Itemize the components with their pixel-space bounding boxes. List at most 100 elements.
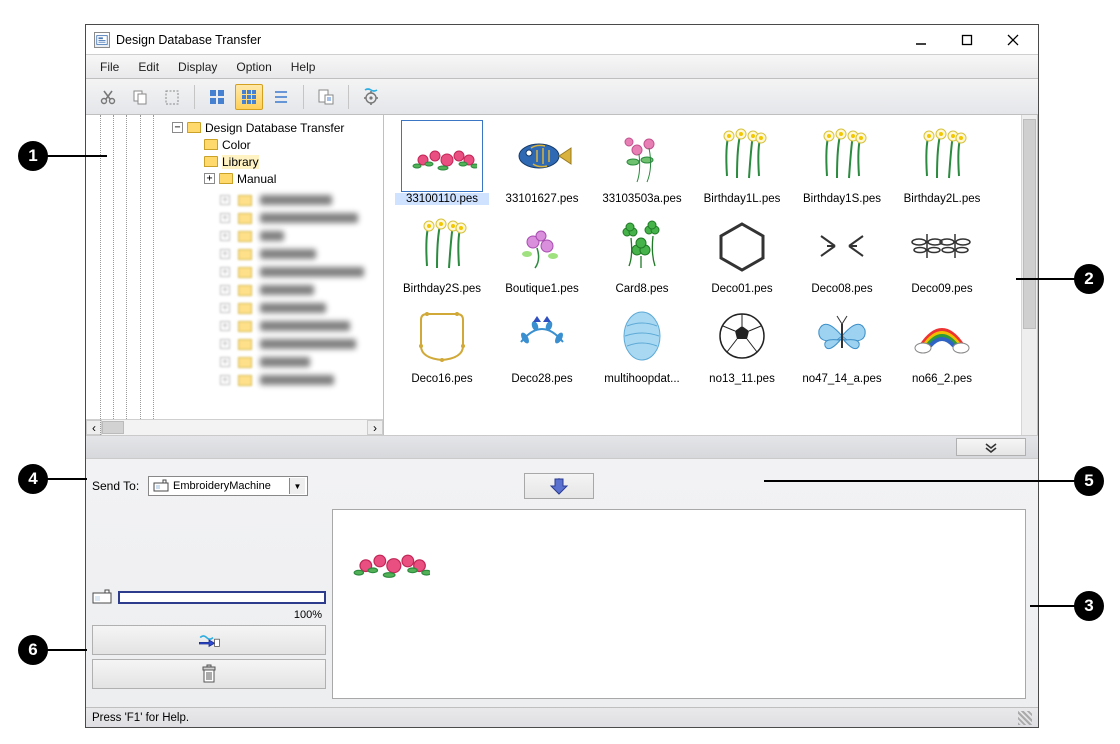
thumbnail-preview	[602, 121, 682, 191]
view-list-button[interactable]	[267, 84, 295, 110]
thumbnail-filename: Card8.pes	[595, 283, 689, 295]
thumbnail-item[interactable]: 33100110.pes	[394, 121, 490, 205]
print-button[interactable]	[312, 84, 340, 110]
callout-1: 1	[18, 141, 48, 171]
thumbnail-filename: Deco28.pes	[495, 373, 589, 385]
collapse-icon[interactable]: −	[172, 122, 183, 133]
scroll-thumb[interactable]	[102, 421, 124, 434]
status-bar: Press 'F1' for Help.	[86, 707, 1038, 727]
window-title: Design Database Transfer	[116, 33, 261, 47]
thumbnail-item[interactable]: no13_11.pes	[694, 301, 790, 385]
callout-lead	[47, 478, 87, 480]
capacity-row	[92, 589, 326, 605]
menu-display[interactable]: Display	[170, 58, 225, 76]
view-large-button[interactable]	[203, 84, 231, 110]
machine-icon	[92, 589, 112, 605]
thumbnail-filename: no66_2.pes	[895, 373, 989, 385]
thumbnail-filename: Boutique1.pes	[495, 283, 589, 295]
thumbnail-item[interactable]: no66_2.pes	[894, 301, 990, 385]
menu-edit[interactable]: Edit	[130, 58, 167, 76]
thumbnail-preview	[902, 121, 982, 191]
thumbnail-filename: multihoopdat...	[595, 373, 689, 385]
thumbnail-item[interactable]: Birthday2L.pes	[894, 121, 990, 205]
tree-node-manual[interactable]: + Manual	[204, 170, 383, 187]
thumbnail-preview	[902, 211, 982, 281]
thumbnail-preview	[802, 121, 882, 191]
menu-help[interactable]: Help	[283, 58, 324, 76]
thumbnail-item[interactable]: 33101627.pes	[494, 121, 590, 205]
collapse-panel-button[interactable]	[956, 438, 1026, 456]
thumbnail-vertical-scrollbar[interactable]	[1021, 115, 1037, 435]
folder-icon	[187, 122, 201, 133]
thumbnail-preview	[502, 301, 582, 371]
toolbar-separator	[303, 85, 304, 109]
paste-button[interactable]	[158, 84, 186, 110]
settings-button[interactable]	[357, 84, 385, 110]
menu-file[interactable]: File	[92, 58, 127, 76]
close-button[interactable]	[990, 26, 1036, 54]
scroll-track[interactable]	[102, 420, 367, 435]
writelist-item[interactable]	[343, 520, 433, 602]
thumbnail-item[interactable]: Deco01.pes	[694, 211, 790, 295]
thumbnail-preview	[702, 121, 782, 191]
scroll-left-button[interactable]: ‹	[86, 420, 102, 435]
thumbnail-panel[interactable]: 33100110.pes 33101627.pes 33103503a.pes Bir…	[384, 115, 1038, 435]
thumbnail-item[interactable]: Deco08.pes	[794, 211, 890, 295]
machine-icon	[153, 479, 169, 493]
thumbnail-item[interactable]: Birthday1S.pes	[794, 121, 890, 205]
thumbnail-preview	[402, 301, 482, 371]
thumbnail-item[interactable]: Birthday1L.pes	[694, 121, 790, 205]
callout-lead	[1016, 278, 1076, 280]
thumbnail-item[interactable]: 33103503a.pes	[594, 121, 690, 205]
send-to-select[interactable]: EmbroideryMachine ▼	[148, 476, 308, 496]
folder-tree-panel[interactable]: − Design Database Transfer Color Library…	[86, 115, 384, 435]
tree-node-library[interactable]: Library	[204, 153, 383, 170]
callout-lead	[1030, 605, 1076, 607]
delete-button[interactable]	[92, 659, 326, 689]
thumbnail-preview	[402, 211, 482, 281]
capacity-bar	[118, 591, 326, 604]
maximize-button[interactable]	[944, 26, 990, 54]
tree-label: Library	[222, 155, 259, 169]
menu-option[interactable]: Option	[228, 58, 279, 76]
scroll-thumb[interactable]	[1023, 119, 1036, 329]
thumbnail-filename: 33101627.pes	[495, 193, 589, 205]
copy-button[interactable]	[126, 84, 154, 110]
resize-grip[interactable]	[1018, 711, 1032, 725]
thumbnail-preview	[502, 121, 582, 191]
toolbar-separator	[348, 85, 349, 109]
tree-node-color[interactable]: Color	[204, 136, 383, 153]
write-list-area[interactable]	[332, 509, 1026, 699]
send-to-value: EmbroideryMachine	[173, 480, 271, 492]
cut-button[interactable]	[94, 84, 122, 110]
thumbnail-item[interactable]: Card8.pes	[594, 211, 690, 295]
thumbnail-preview	[702, 301, 782, 371]
thumbnail-filename: Birthday1S.pes	[795, 193, 889, 205]
thumbnail-item[interactable]: Deco09.pes	[894, 211, 990, 295]
thumbnail-item[interactable]: Deco28.pes	[494, 301, 590, 385]
thumbnail-item[interactable]: Birthday2S.pes	[394, 211, 490, 295]
tree-node-root[interactable]: − Design Database Transfer	[172, 119, 383, 136]
scroll-right-button[interactable]: ›	[367, 420, 383, 435]
thumbnail-filename: Birthday2S.pes	[395, 283, 489, 295]
folder-icon	[204, 156, 218, 167]
folder-icon	[219, 173, 233, 184]
thumbnail-preview	[602, 211, 682, 281]
thumbnail-filename: Birthday2L.pes	[895, 193, 989, 205]
thumbnail-item[interactable]: Deco16.pes	[394, 301, 490, 385]
dropdown-button[interactable]: ▼	[289, 478, 305, 494]
minimize-button[interactable]	[898, 26, 944, 54]
transfer-panel: Send To: EmbroideryMachine ▼	[86, 459, 1038, 707]
thumbnail-item[interactable]: Boutique1.pes	[494, 211, 590, 295]
expand-icon[interactable]: +	[204, 173, 215, 184]
thumbnail-item[interactable]: multihoopdat...	[594, 301, 690, 385]
add-to-writelist-button[interactable]	[524, 473, 594, 499]
send-button[interactable]	[92, 625, 326, 655]
view-small-button[interactable]	[235, 84, 263, 110]
callout-4: 4	[18, 464, 48, 494]
thumbnail-preview	[502, 211, 582, 281]
thumbnail-filename: 33103503a.pes	[595, 193, 689, 205]
status-text: Press 'F1' for Help.	[92, 712, 189, 724]
tree-horizontal-scrollbar[interactable]: ‹ ›	[86, 419, 383, 435]
thumbnail-item[interactable]: no47_14_a.pes	[794, 301, 890, 385]
